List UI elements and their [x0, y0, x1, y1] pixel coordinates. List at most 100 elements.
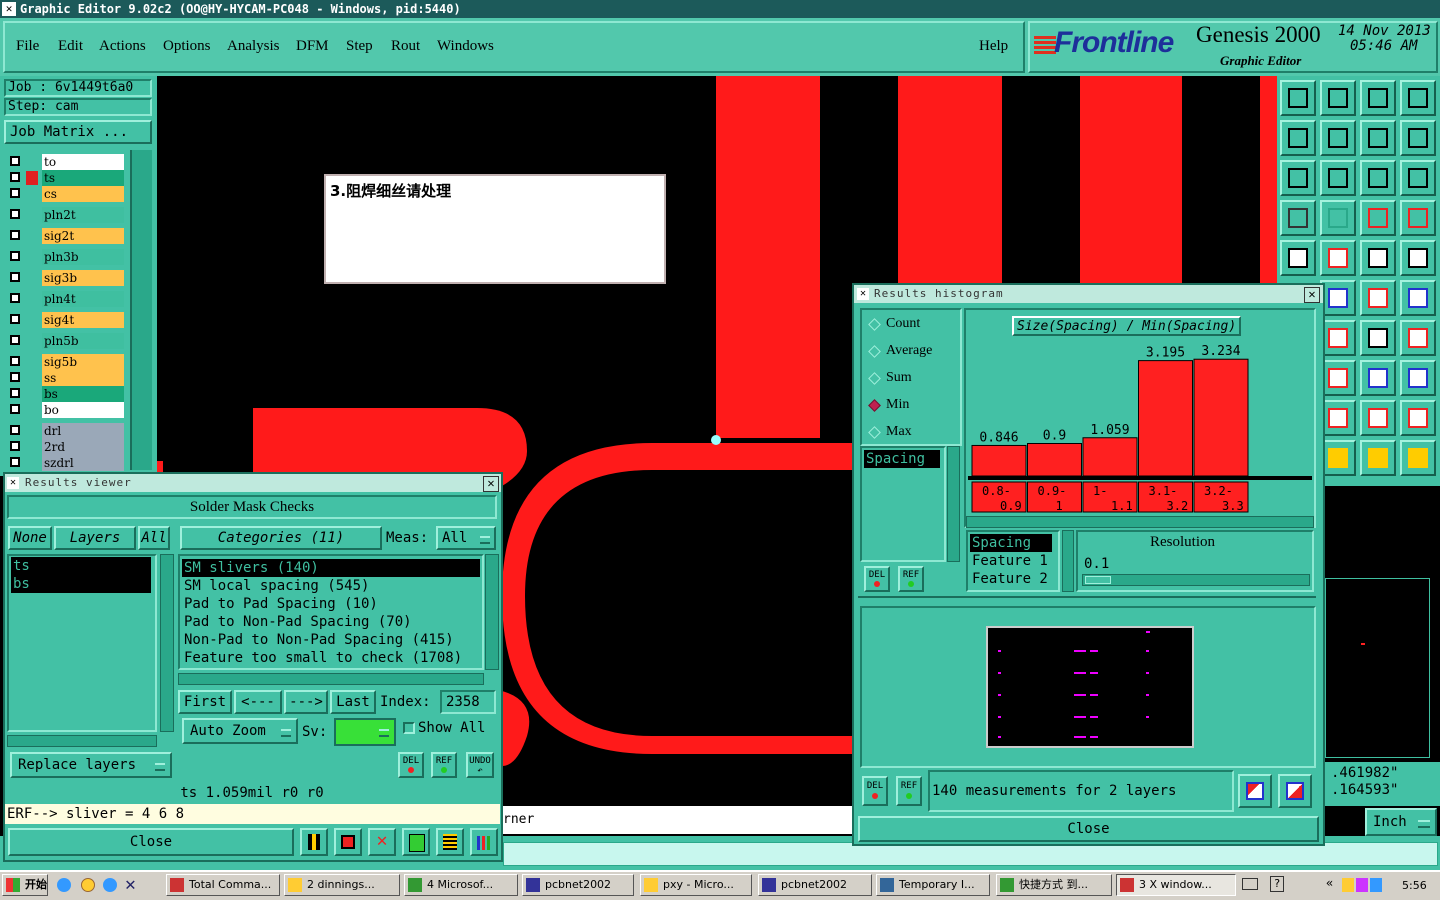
- tool-button[interactable]: [1320, 440, 1356, 476]
- tool-button[interactable]: [1360, 160, 1396, 196]
- layer-row-drl[interactable]: drl: [6, 423, 124, 439]
- layer-row-ts[interactable]: ts: [6, 170, 124, 186]
- layer-checkbox[interactable]: [10, 356, 20, 366]
- layer-checkbox[interactable]: [10, 335, 20, 345]
- tool-button[interactable]: [1400, 240, 1436, 276]
- taskbar-task[interactable]: pcbnet2002: [758, 874, 872, 896]
- replace-layers-select[interactable]: Replace layers: [10, 752, 172, 778]
- layer-checkbox[interactable]: [10, 251, 20, 261]
- menu-options[interactable]: Options: [163, 38, 211, 55]
- tool-button[interactable]: [1400, 80, 1436, 116]
- menu-help[interactable]: Help: [979, 38, 1008, 55]
- list-item[interactable]: Spacing: [970, 534, 1052, 552]
- tool-button[interactable]: [1360, 240, 1396, 276]
- layers-button[interactable]: Layers: [54, 526, 136, 550]
- layer-row-sig4t[interactable]: sig4t: [6, 312, 124, 328]
- menu-windows[interactable]: Windows: [437, 38, 494, 55]
- list-item[interactable]: Feature 2: [970, 570, 1052, 588]
- undo-button[interactable]: UNDO ↶: [466, 752, 494, 778]
- taskbar-task[interactable]: Total Comma...: [166, 874, 280, 896]
- feature-listbox[interactable]: Spacing Feature 1 Feature 2: [966, 530, 1060, 592]
- tool-button[interactable]: [1320, 320, 1356, 356]
- layers-vscroll[interactable]: [160, 554, 174, 732]
- tool-button[interactable]: [1280, 80, 1316, 116]
- category-item[interactable]: Non-Pad to Non-Pad Spacing (415): [182, 631, 480, 649]
- tool-button[interactable]: [1400, 440, 1436, 476]
- list-item[interactable]: Feature 1: [970, 552, 1052, 570]
- menu-file[interactable]: File: [16, 38, 39, 55]
- report-icon-button[interactable]: [436, 828, 464, 856]
- category-item[interactable]: SM local spacing (545): [182, 577, 480, 595]
- show-all-checkbox[interactable]: [403, 722, 415, 734]
- del-button[interactable]: DEL: [398, 752, 424, 778]
- keyboard-icon[interactable]: [1242, 878, 1258, 890]
- layer-checkbox[interactable]: [10, 156, 20, 166]
- layer-checkbox[interactable]: [10, 314, 20, 324]
- layer-checkbox[interactable]: [10, 209, 20, 219]
- tool-button[interactable]: [1360, 120, 1396, 156]
- clock-icon[interactable]: [81, 878, 95, 892]
- tool-button[interactable]: [1280, 160, 1316, 196]
- chart-hscroll[interactable]: [966, 516, 1314, 528]
- layer-row-pln4t[interactable]: pln4t: [6, 291, 124, 307]
- histogram-bar[interactable]: [1138, 360, 1193, 477]
- tool-button[interactable]: [1400, 120, 1436, 156]
- tool-button[interactable]: [1400, 280, 1436, 316]
- mode-radio-average[interactable]: Average: [866, 343, 956, 361]
- layer-row-ss[interactable]: ss: [6, 370, 124, 386]
- layer-checkbox[interactable]: [10, 188, 20, 198]
- all-layers-button[interactable]: All: [138, 526, 170, 550]
- layer-row-pln3b[interactable]: pln3b: [6, 249, 124, 265]
- tool-button[interactable]: [1360, 200, 1396, 236]
- tool-button[interactable]: [1320, 280, 1356, 316]
- tool-button[interactable]: [1280, 240, 1316, 276]
- layer-row-sig5b[interactable]: sig5b: [6, 354, 124, 370]
- taskbar-task[interactable]: Temporary I...: [876, 874, 990, 896]
- tool-button[interactable]: [1360, 80, 1396, 116]
- tool-button[interactable]: [1360, 400, 1396, 436]
- close-icon[interactable]: ✕: [1304, 287, 1320, 303]
- layer-checkbox[interactable]: [10, 293, 20, 303]
- taskbar-task[interactable]: 快捷方式 到...: [996, 874, 1112, 896]
- help-icon[interactable]: ?: [1270, 876, 1284, 892]
- print-icon-button[interactable]: [1278, 774, 1312, 808]
- unit-select[interactable]: Inch: [1365, 808, 1437, 836]
- layer-row-cs[interactable]: cs: [6, 186, 124, 202]
- layer-row-pln2t[interactable]: pln2t: [6, 207, 124, 223]
- taskbar-task[interactable]: pxy - Micro...: [640, 874, 752, 896]
- layer-row-2rd[interactable]: 2rd: [6, 439, 124, 455]
- taskbar-task[interactable]: 3 X window...: [1116, 874, 1236, 896]
- hist-del-small-button[interactable]: DEL: [864, 566, 890, 592]
- tool-button[interactable]: [1400, 400, 1436, 436]
- tool-button[interactable]: [1320, 240, 1356, 276]
- menu-rout[interactable]: Rout: [391, 38, 420, 55]
- hist-del-button[interactable]: DEL: [862, 776, 888, 806]
- slider-thumb[interactable]: [1085, 576, 1111, 584]
- layer-scrollbar[interactable]: [130, 150, 152, 470]
- meas-select[interactable]: All: [436, 526, 496, 550]
- list-item[interactable]: Spacing: [864, 450, 940, 468]
- tool-button[interactable]: [1360, 320, 1396, 356]
- tool-button[interactable]: [1320, 160, 1356, 196]
- layer-row-bs[interactable]: bs: [6, 386, 124, 402]
- browser-icon[interactable]: [103, 878, 117, 892]
- category-item[interactable]: Pad to Pad Spacing (10): [182, 595, 480, 613]
- tool-button[interactable]: [1360, 280, 1396, 316]
- layer-checkbox[interactable]: [10, 230, 20, 240]
- category-item[interactable]: SM slivers (140): [182, 559, 480, 577]
- categories-vscroll[interactable]: [485, 554, 499, 670]
- chart-icon-button[interactable]: [470, 828, 498, 856]
- layer-row-szdrl[interactable]: szdrl: [6, 455, 124, 471]
- tool-button[interactable]: [1280, 200, 1316, 236]
- delete-icon-button[interactable]: ✕: [368, 828, 396, 856]
- tool-button[interactable]: [1320, 200, 1356, 236]
- menu-actions[interactable]: Actions: [99, 38, 146, 55]
- ref-button[interactable]: REF: [431, 752, 457, 778]
- tool-button[interactable]: [1320, 80, 1356, 116]
- category-item[interactable]: Feature too small to check (1708): [182, 649, 480, 667]
- tool-button[interactable]: [1360, 440, 1396, 476]
- mode-radio-max[interactable]: Max: [866, 424, 956, 442]
- menu-dfm[interactable]: DFM: [296, 38, 329, 55]
- layer-checkbox[interactable]: [10, 388, 20, 398]
- index-input[interactable]: 2358: [440, 690, 496, 714]
